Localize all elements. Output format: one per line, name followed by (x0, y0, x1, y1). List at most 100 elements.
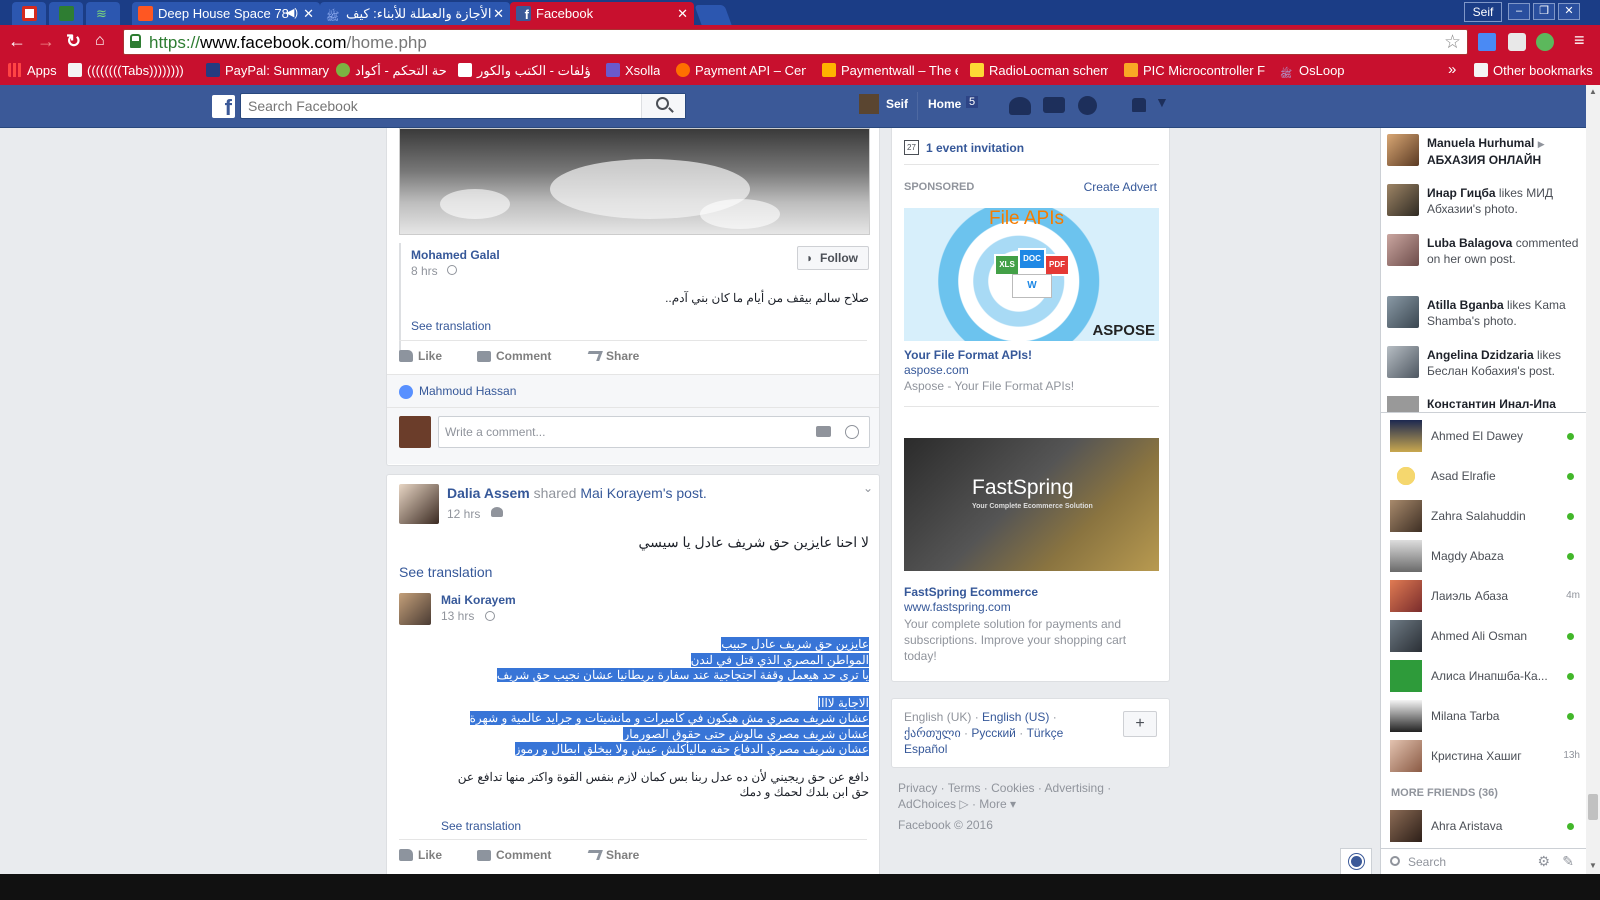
speaker-icon[interactable]: ◀) (286, 2, 298, 25)
bookmark-paymentwall[interactable]: Paymentwall – The e (822, 63, 958, 78)
footer-link-terms[interactable]: Terms (948, 781, 981, 795)
share-button[interactable]: Share (585, 848, 639, 862)
avatar[interactable] (399, 484, 439, 524)
language-link[interactable]: Русский (971, 726, 1016, 740)
bookmark-paypal[interactable]: PayPal: Summary (206, 63, 329, 78)
search-input[interactable] (241, 94, 636, 118)
ad-domain[interactable]: aspose.com (904, 363, 969, 377)
create-advert-link[interactable]: Create Advert (1084, 180, 1157, 194)
share-button[interactable]: Share (585, 349, 639, 363)
footer-link-more[interactable]: More (979, 797, 1006, 811)
account-menu-chevron-icon[interactable]: ▼ (1155, 94, 1169, 110)
comment-button[interactable]: Comment (477, 349, 551, 363)
bookmark-apps[interactable]: Apps (8, 63, 57, 78)
chat-search-input[interactable]: Search (1408, 855, 1446, 869)
footer-link-adchoices[interactable]: AdChoices (898, 797, 956, 811)
maximize-icon[interactable]: ❐ (1533, 3, 1555, 20)
chat-contact[interactable]: Zahra Salahuddin (1390, 498, 1580, 534)
language-link[interactable]: English (US) (982, 710, 1049, 724)
close-tab-icon[interactable]: ✕ (493, 2, 504, 25)
translate-icon[interactable] (1478, 33, 1496, 51)
bookmark-xsolla[interactable]: Xsolla (606, 63, 660, 78)
footer-link-cookies[interactable]: Cookies (991, 781, 1034, 795)
search-button[interactable] (641, 94, 685, 118)
post-time[interactable]: 8 hrs (411, 264, 438, 278)
add-language-button[interactable]: + (1123, 711, 1157, 737)
bookmark-pic[interactable]: PIC Microcontroller F (1124, 63, 1272, 78)
avatar[interactable] (1387, 346, 1419, 378)
camera-icon[interactable] (816, 426, 831, 437)
post-author[interactable]: Dalia Assem (447, 485, 530, 501)
friend-requests-icon[interactable] (1009, 97, 1031, 115)
event-invitation-link[interactable]: 1 event invitation (926, 141, 1024, 155)
bookmark-control-panel[interactable]: لوحة التحكم - أكواد (336, 63, 446, 79)
page-scrollbar[interactable]: ▲ ▼ (1586, 85, 1600, 874)
ticker-item[interactable]: Luba Balagova commented on her own post. (1427, 235, 1582, 267)
ad-title[interactable]: FastSpring Ecommerce (904, 585, 1038, 599)
language-link[interactable]: ქართული (904, 726, 961, 740)
language-link[interactable]: Español (904, 742, 947, 756)
post-time[interactable]: 12 hrs (447, 507, 480, 521)
bookmark-star-icon[interactable]: ☆ (1444, 31, 1461, 54)
chat-contact[interactable]: Лаиэль Абаза 4m (1390, 578, 1580, 614)
close-window-icon[interactable]: ✕ (1558, 3, 1580, 20)
chat-contact[interactable]: Magdy Abaza (1390, 538, 1580, 574)
see-translation-link[interactable]: See translation (441, 819, 521, 833)
menu-icon[interactable]: ≡ (1574, 30, 1585, 51)
messages-icon[interactable] (1043, 97, 1065, 113)
see-translation-link[interactable]: See translation (399, 564, 492, 580)
bookmarks-overflow[interactable]: » (1448, 61, 1456, 78)
chat-contact[interactable]: Алиса Инапшба-Ка... (1390, 658, 1580, 694)
chat-contact[interactable]: Asad Elrafie (1390, 458, 1580, 494)
globe-extension-icon[interactable] (1536, 33, 1554, 51)
avatar[interactable] (1387, 296, 1419, 328)
tab-arabic-article[interactable]: ﷺ الأجازة والعطلة للأبناء: كيف ✕ (320, 2, 510, 25)
notifications-globe-icon[interactable] (1078, 96, 1097, 115)
like-button[interactable]: Like (399, 349, 442, 363)
extension-icon[interactable] (1508, 33, 1526, 51)
avatar[interactable] (859, 94, 879, 114)
chat-contact[interactable]: Milana Tarba (1390, 698, 1580, 734)
bookmark-books[interactable]: مؤلفات - الكتب والكور (458, 63, 590, 79)
comment-input-box[interactable]: Write a comment... (438, 416, 870, 448)
ad-image-aspose[interactable]: File APIs XLS DOC PDF W ASPOSE (904, 208, 1159, 341)
footer-link-advertising[interactable]: Advertising (1045, 781, 1104, 795)
like-button[interactable]: Like (399, 848, 442, 862)
pinned-tab-2[interactable] (49, 2, 83, 25)
avatar[interactable] (1387, 134, 1419, 166)
facebook-logo-icon[interactable]: f (212, 95, 235, 118)
forward-icon[interactable]: → (37, 31, 55, 52)
chat-contact[interactable]: Ahra Aristava (1390, 808, 1580, 844)
avatar[interactable] (1387, 184, 1419, 216)
close-tab-icon[interactable]: ✕ (677, 2, 688, 25)
pinned-tab-3[interactable]: ≋ (86, 2, 120, 25)
post-options-chevron-icon[interactable]: ⌄ (863, 481, 873, 495)
address-bar[interactable]: https://www.facebook.com/home.php ☆ (123, 29, 1468, 55)
post-author[interactable]: Mohamed Galal (411, 248, 500, 262)
shared-post-author[interactable]: Mai Korayem (441, 593, 516, 607)
chat-tab-button[interactable] (1340, 848, 1372, 874)
ticker-item[interactable]: Manuela Hurhumal ▶ АБХАЗИЯ ОНЛАЙН (1427, 135, 1582, 168)
bookmark-osloop[interactable]: ﷺ OsLoop (1280, 63, 1420, 82)
minimize-icon[interactable]: – (1508, 3, 1530, 20)
avatar[interactable] (1387, 234, 1419, 266)
new-tab-button[interactable] (694, 5, 732, 25)
footer-link-privacy[interactable]: Privacy (898, 781, 937, 795)
see-translation-link[interactable]: See translation (411, 319, 491, 333)
ticker-item[interactable]: Инар Гицба likes МИД Абхазии's photo. (1427, 185, 1582, 217)
chat-contact[interactable]: Ahmed El Dawey (1390, 418, 1580, 454)
ticker-item[interactable]: Atilla Bganba likes Kama Shamba's photo. (1427, 297, 1582, 329)
chat-contact[interactable]: Ahmed Ali Osman (1390, 618, 1580, 654)
scroll-up-icon[interactable]: ▲ (1589, 87, 1597, 96)
bookmark-radiolocman[interactable]: RadioLocman schem (970, 63, 1108, 78)
profile-link[interactable]: Seif (886, 97, 908, 111)
back-icon[interactable]: ← (8, 31, 26, 52)
ad-domain[interactable]: www.fastspring.com (904, 600, 1011, 614)
follow-button[interactable]: ◗ Follow (797, 246, 869, 270)
close-tab-icon[interactable]: ✕ (303, 2, 314, 25)
tab-facebook[interactable]: f Facebook ✕ (510, 2, 694, 25)
chat-contact[interactable]: Кристина Хашиг 13h (1390, 738, 1580, 774)
ad-title[interactable]: Your File Format APIs! (904, 348, 1032, 362)
home-icon[interactable]: ⌂ (95, 32, 105, 50)
reload-icon[interactable]: ↻ (66, 31, 81, 52)
